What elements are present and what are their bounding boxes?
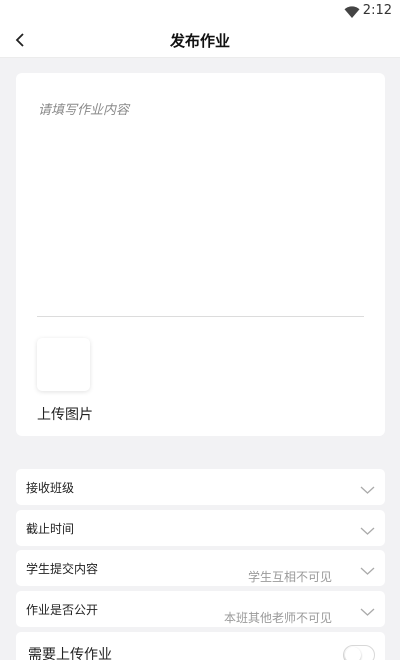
row-label: 截止时间: [26, 522, 75, 536]
content-textarea[interactable]: 请填写作业内容: [38, 99, 129, 118]
chevron-down-icon: [360, 602, 375, 621]
page-title: 发布作业: [169, 32, 230, 50]
row-label: 作业是否公开: [26, 603, 99, 617]
upload-image-button[interactable]: [37, 338, 90, 391]
status-time: 2:12: [362, 3, 392, 18]
row-label: 学生提交内容: [26, 562, 99, 576]
toggle-knob: [345, 647, 361, 660]
row-label: 需要上传作业: [28, 647, 112, 660]
form-row-visibility[interactable]: 作业是否公开 本班其他老师不可见: [16, 591, 385, 627]
divider: [37, 316, 364, 317]
upload-image-label: 上传图片: [37, 407, 93, 423]
form-row-require-upload: 需要上传作业: [16, 632, 385, 660]
row-value: 本班其他老师不可见: [223, 611, 332, 625]
homework-editor-card: 请填写作业内容 上传图片: [16, 73, 385, 436]
row-value: 学生互相不可见: [247, 570, 332, 584]
chevron-down-icon: [360, 561, 375, 580]
chevron-down-icon: [360, 521, 375, 540]
nav-bar: 发布作业: [0, 22, 400, 58]
chevron-down-icon: [360, 480, 375, 499]
row-label: 接收班级: [26, 481, 75, 495]
form-row-receive-class[interactable]: 接收班级: [16, 469, 385, 505]
form-row-student-submission[interactable]: 学生提交内容 学生互相不可见: [16, 550, 385, 586]
status-bar: 2:12: [0, 0, 400, 22]
require-upload-toggle[interactable]: [343, 645, 375, 660]
wifi-icon: [344, 4, 360, 23]
form-row-deadline[interactable]: 截止时间: [16, 510, 385, 546]
